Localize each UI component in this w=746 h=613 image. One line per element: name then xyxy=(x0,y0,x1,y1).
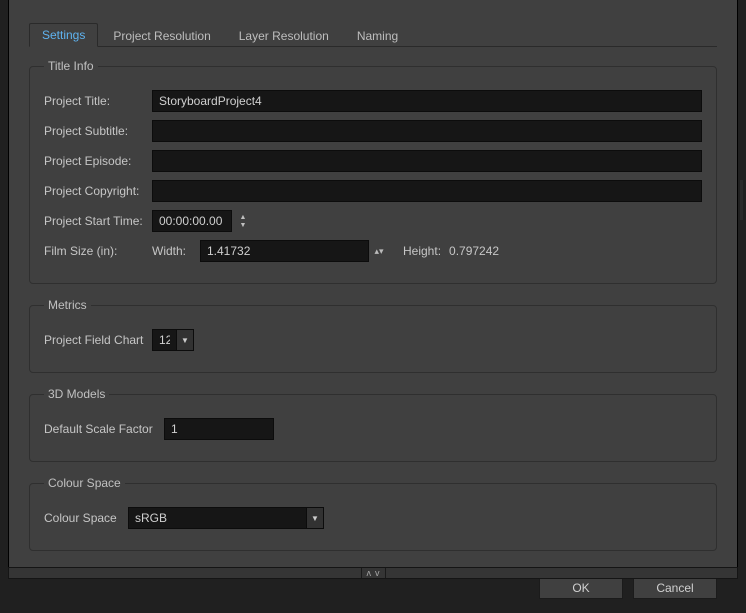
tab-naming[interactable]: Naming xyxy=(344,24,411,47)
project-start-time-label: Project Start Time: xyxy=(44,214,152,228)
tab-project-resolution[interactable]: Project Resolution xyxy=(100,24,223,47)
colour-space-dropdown-icon[interactable]: ▼ xyxy=(306,507,324,529)
film-height-value: 0.797242 xyxy=(449,244,499,258)
project-field-chart-label: Project Field Chart xyxy=(44,333,152,347)
tab-layer-resolution[interactable]: Layer Resolution xyxy=(226,24,342,47)
colour-space-group: Colour Space Colour Space ▼ xyxy=(29,476,717,551)
project-episode-input[interactable] xyxy=(152,150,702,172)
metrics-group: Metrics Project Field Chart ▼ xyxy=(29,298,717,373)
field-chart-dropdown-icon[interactable]: ▼ xyxy=(176,329,194,351)
default-scale-factor-input[interactable] xyxy=(164,418,274,440)
height-label: Height: xyxy=(403,244,441,258)
settings-pane: Title Info Project Title: Project Subtit… xyxy=(29,46,717,565)
bottom-strip: ʌ v xyxy=(8,567,738,579)
project-title-label: Project Title: xyxy=(44,94,152,108)
3d-models-group: 3D Models Default Scale Factor xyxy=(29,387,717,462)
project-properties-dialog: Settings Project Resolution Layer Resolu… xyxy=(8,0,738,573)
title-info-group: Title Info Project Title: Project Subtit… xyxy=(29,59,717,284)
tab-bar: Settings Project Resolution Layer Resolu… xyxy=(29,24,737,46)
chevron-down-icon[interactable]: v xyxy=(375,568,380,578)
button-bar: OK Cancel xyxy=(9,577,737,613)
project-field-chart-combo[interactable]: ▼ xyxy=(152,329,196,351)
project-start-time-input[interactable] xyxy=(152,210,232,232)
tab-settings[interactable]: Settings xyxy=(29,23,98,47)
project-copyright-input[interactable] xyxy=(152,180,702,202)
divider xyxy=(385,568,386,578)
metrics-legend: Metrics xyxy=(44,298,91,312)
start-time-spinner[interactable]: ▲ ▼ xyxy=(238,213,248,229)
divider xyxy=(361,568,362,578)
project-copyright-label: Project Copyright: xyxy=(44,184,152,198)
3d-models-legend: 3D Models xyxy=(44,387,109,401)
colour-space-legend: Colour Space xyxy=(44,476,125,490)
project-episode-label: Project Episode: xyxy=(44,154,152,168)
chevron-up-icon[interactable]: ʌ xyxy=(367,568,372,578)
spinner-up-icon[interactable]: ▲ xyxy=(238,213,248,221)
colour-space-label: Colour Space xyxy=(44,511,128,525)
ok-button[interactable]: OK xyxy=(539,577,623,599)
spinner-down-icon[interactable]: ▼ xyxy=(238,221,248,229)
default-scale-factor-label: Default Scale Factor xyxy=(44,422,164,436)
project-field-chart-input[interactable] xyxy=(152,329,176,351)
project-subtitle-input[interactable] xyxy=(152,120,702,142)
right-edge-grip xyxy=(740,180,743,220)
cancel-button[interactable]: Cancel xyxy=(633,577,717,599)
project-title-input[interactable] xyxy=(152,90,702,112)
title-info-legend: Title Info xyxy=(44,59,98,73)
film-width-input[interactable] xyxy=(200,240,369,262)
colour-space-combo[interactable]: ▼ xyxy=(128,507,324,529)
project-subtitle-label: Project Subtitle: xyxy=(44,124,152,138)
width-drag-handle[interactable]: ▴▾ xyxy=(373,240,385,262)
film-size-label: Film Size (in): xyxy=(44,244,152,258)
colour-space-input[interactable] xyxy=(128,507,306,529)
width-label: Width: xyxy=(152,244,192,258)
